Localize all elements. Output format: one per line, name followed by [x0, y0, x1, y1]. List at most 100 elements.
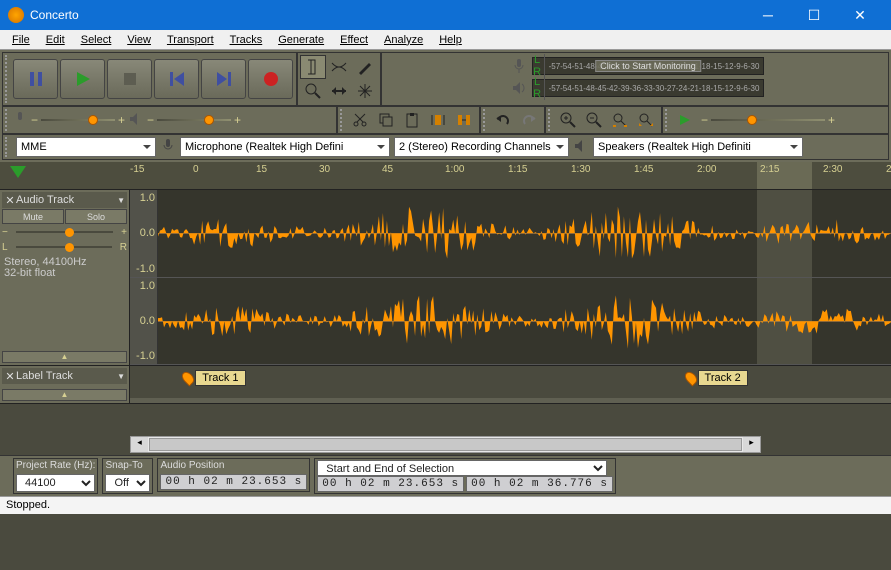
track-menu-dropdown-icon[interactable]: ▼ — [117, 372, 125, 381]
mic-icon — [160, 138, 176, 157]
fit-project-icon[interactable] — [633, 108, 659, 132]
zoom-toolbar — [545, 106, 662, 134]
scroll-left-button[interactable]: ◂ — [131, 437, 148, 452]
label-track-body[interactable]: Track 1 Track 2 — [130, 366, 891, 398]
menu-effect[interactable]: Effect — [332, 32, 376, 48]
audio-position-value[interactable]: 00 h 02 m 23.653 s — [160, 474, 307, 490]
draw-tool-icon[interactable] — [352, 55, 378, 79]
project-rate-select[interactable]: 44100 — [16, 474, 95, 492]
playback-device-select[interactable]: Speakers (Realtek High Definiti — [593, 137, 803, 157]
undo-toolbar — [480, 106, 545, 134]
label-track-panel: ✕ Label Track ▼ ▲ — [0, 366, 130, 403]
close-button[interactable]: ✕ — [837, 0, 883, 30]
label-marker[interactable]: Track 1 — [183, 370, 245, 386]
menu-file[interactable]: File — [4, 32, 38, 48]
horizontal-scrollbar[interactable]: ◂ ▸ — [130, 436, 761, 453]
copy-icon[interactable] — [373, 108, 399, 132]
waveform-left — [158, 190, 891, 277]
timeshift-tool-icon[interactable] — [326, 79, 352, 103]
monitoring-text[interactable]: Click to Start Monitoring — [595, 60, 701, 72]
label-marker[interactable]: Track 2 — [686, 370, 748, 386]
device-toolbar: MME Microphone (Realtek High Defini 2 (S… — [2, 134, 889, 160]
close-track-button[interactable]: ✕ — [4, 370, 16, 383]
transport-toolbar — [2, 52, 297, 106]
skip-start-button[interactable] — [154, 59, 199, 99]
mixer-toolbar: −+ −+ — [2, 106, 337, 134]
redo-icon[interactable] — [516, 108, 542, 132]
scroll-thumb[interactable] — [149, 438, 742, 451]
scroll-right-button[interactable]: ▸ — [743, 437, 760, 452]
toolbars: LR -57-54-51-48-45-42-39-36-33-30-27-24-… — [0, 50, 891, 162]
zoom-tool-icon[interactable] — [300, 79, 326, 103]
label-text[interactable]: Track 2 — [698, 370, 748, 386]
menu-tracks[interactable]: Tracks — [222, 32, 271, 48]
trim-icon[interactable] — [425, 108, 451, 132]
label-pin-icon[interactable] — [180, 370, 197, 387]
label-text[interactable]: Track 1 — [195, 370, 245, 386]
app-icon — [8, 7, 24, 23]
selection-start-value[interactable]: 00 h 02 m 23.653 s — [317, 476, 464, 492]
play-button[interactable] — [60, 59, 105, 99]
zoom-in-icon[interactable] — [555, 108, 581, 132]
fit-selection-icon[interactable] — [607, 108, 633, 132]
menu-generate[interactable]: Generate — [270, 32, 332, 48]
stop-button[interactable] — [107, 59, 152, 99]
audio-host-select[interactable]: MME — [16, 137, 156, 157]
meters-toolbar: LR -57-54-51-48-45-42-39-36-33-30-27-24-… — [381, 52, 889, 106]
playback-speed-slider[interactable]: −+ — [698, 111, 838, 129]
audio-position-label: Audio Position — [160, 460, 307, 474]
mic-icon — [12, 111, 28, 130]
snap-to-select[interactable]: Off — [105, 474, 150, 492]
audio-track-waveform[interactable]: 1.00.0-1.0 1.00.0-1.0 — [130, 190, 891, 365]
play-at-speed-button[interactable] — [672, 108, 698, 132]
recording-meter[interactable]: LR -57-54-51-48-45-42-39-36-33-30-27-24-… — [532, 57, 765, 75]
playback-volume-slider[interactable]: −+ — [144, 111, 244, 129]
track-menu-dropdown-icon[interactable]: ▼ — [117, 196, 125, 205]
recording-volume-slider[interactable]: −+ — [28, 111, 128, 129]
window-title: Concerto — [30, 8, 745, 22]
envelope-tool-icon[interactable] — [326, 55, 352, 79]
recording-device-select[interactable]: Microphone (Realtek High Defini — [180, 137, 390, 157]
collapse-track-button[interactable]: ▲ — [2, 389, 127, 401]
speaker-icon — [128, 111, 144, 130]
waveform-right — [158, 278, 891, 365]
menu-transport[interactable]: Transport — [159, 32, 222, 48]
pause-button[interactable] — [13, 59, 58, 99]
label-pin-icon[interactable] — [682, 370, 699, 387]
playback-meter[interactable]: LR -57-54-51-48-45-42-39-36-33-30-27-24-… — [532, 79, 765, 97]
undo-icon[interactable] — [490, 108, 516, 132]
pan-slider[interactable]: LR — [2, 240, 127, 254]
mute-button[interactable]: Mute — [2, 209, 64, 224]
selection-tool-icon[interactable] — [300, 55, 326, 79]
skip-end-button[interactable] — [201, 59, 246, 99]
collapse-track-button[interactable]: ▲ — [2, 351, 127, 363]
menu-help[interactable]: Help — [431, 32, 470, 48]
paste-icon[interactable] — [399, 108, 425, 132]
recording-channels-select[interactable]: 2 (Stereo) Recording Channels — [394, 137, 569, 157]
close-track-button[interactable]: ✕ — [4, 194, 16, 207]
silence-icon[interactable] — [451, 108, 477, 132]
selection-mode-select[interactable]: Start and End of Selection — [317, 460, 607, 476]
titlebar: Concerto ─ ☐ ✕ — [0, 0, 891, 30]
speaker-icon[interactable] — [506, 76, 532, 100]
minimize-button[interactable]: ─ — [745, 0, 791, 30]
maximize-button[interactable]: ☐ — [791, 0, 837, 30]
gain-slider[interactable]: −+ — [2, 225, 127, 239]
play-head-icon[interactable] — [10, 166, 26, 186]
track-name[interactable]: Audio Track — [16, 194, 74, 206]
track-name[interactable]: Label Track — [16, 370, 73, 382]
mic-icon[interactable] — [506, 54, 532, 78]
cut-icon[interactable] — [347, 108, 373, 132]
menu-edit[interactable]: Edit — [38, 32, 73, 48]
selection-end-value[interactable]: 00 h 02 m 36.776 s — [466, 476, 613, 492]
zoom-out-icon[interactable] — [581, 108, 607, 132]
solo-button[interactable]: Solo — [65, 209, 127, 224]
multi-tool-icon[interactable] — [352, 79, 378, 103]
menu-analyze[interactable]: Analyze — [376, 32, 431, 48]
timeline-ruler[interactable]: -1501530451:001:151:301:452:002:152:302:… — [0, 162, 891, 190]
menu-select[interactable]: Select — [73, 32, 120, 48]
edit-toolbar — [337, 106, 480, 134]
menu-view[interactable]: View — [119, 32, 159, 48]
play-at-speed-toolbar: −+ — [662, 106, 889, 134]
record-button[interactable] — [248, 59, 293, 99]
